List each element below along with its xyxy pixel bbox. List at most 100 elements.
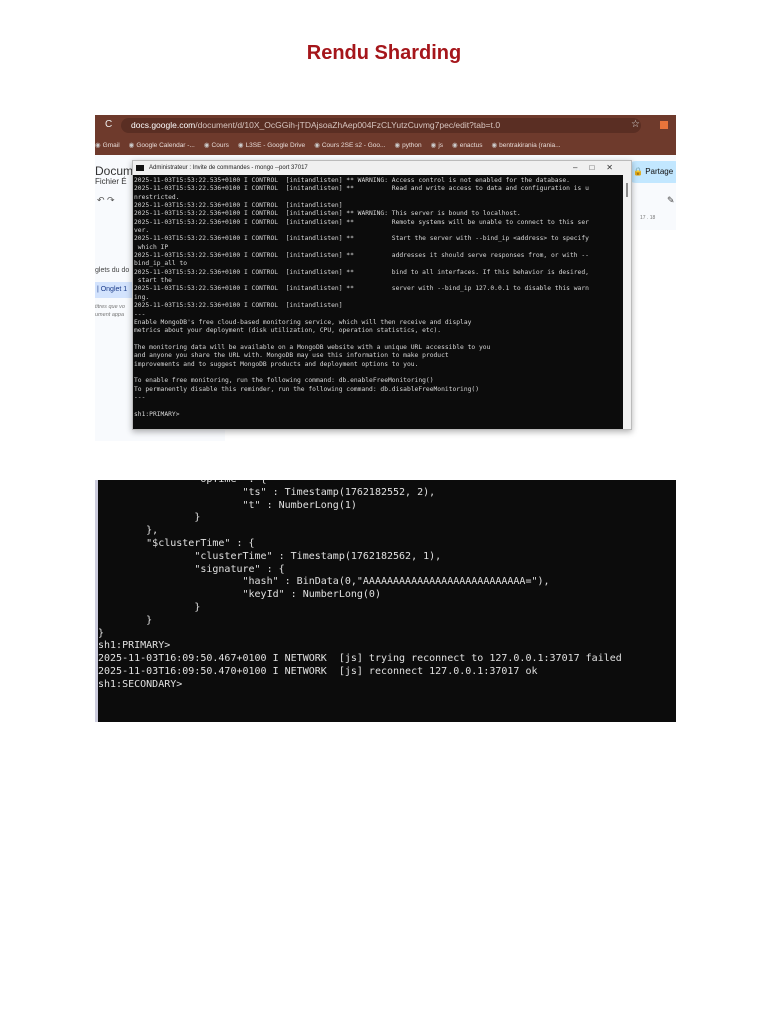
terminal-line: The monitoring data will be available on… <box>134 343 491 351</box>
doc-tab: | Onglet 1 <box>95 282 135 298</box>
globe-icon: ◉ <box>203 142 210 149</box>
star-icon: ☆ <box>631 119 640 130</box>
bookmark: ◉ enactus <box>452 142 482 149</box>
terminal-line: 2025-11-03T16:09:50.467+0100 I NETWORK [… <box>98 653 622 665</box>
terminal-line: To enable free monitoring, run the follo… <box>134 377 434 385</box>
screenshot-terminal-reconnect: "opTime" : { "ts" : Timestamp(1762182552… <box>95 480 676 722</box>
terminal-line: 2025-11-03T15:53:22.536+0100 I CONTROL [… <box>134 210 521 218</box>
globe-icon: ◉ <box>452 142 458 149</box>
terminal-output: "opTime" : { "ts" : Timestamp(1762182552… <box>98 480 622 692</box>
terminal-line: metrics about your deployment (disk util… <box>134 327 442 335</box>
terminal-line: sh1:PRIMARY> <box>134 410 180 418</box>
terminal-line: and anyone you share the URL with. Mongo… <box>134 352 449 360</box>
bookmark-label: js <box>438 142 444 149</box>
terminal-line: which IP <box>134 243 169 251</box>
tabs-hint: titres que vo ument appa <box>95 304 125 318</box>
bookmark: ◉ Cours <box>204 142 229 149</box>
terminal-line: 2025-11-03T15:53:22.536+0100 I CONTROL [… <box>134 268 589 276</box>
terminal-window: Administrateur : Invite de commandes - m… <box>132 160 632 430</box>
terminal-line: ing. <box>134 293 150 301</box>
bookmark: ◉ Google Calendar -... <box>129 142 195 149</box>
terminal-line: 2025-11-03T15:53:22.536+0100 I CONTROL [… <box>134 185 589 193</box>
terminal-line: } <box>98 627 105 639</box>
bookmark-label: enactus <box>459 142 483 149</box>
screenshot-terminal-startup: C docs.google.com/document/d/10X_OcGGih-… <box>95 115 676 441</box>
terminal-line: start the <box>134 277 172 285</box>
terminal-titlebar: Administrateur : Invite de commandes - m… <box>133 161 631 175</box>
terminal-line: sh1:PRIMARY> <box>98 640 171 652</box>
terminal-line: "clusterTime" : Timestamp(1762182562, 1)… <box>98 550 442 562</box>
globe-icon: ◉ <box>128 142 135 149</box>
globe-icon: ◉ <box>491 142 498 149</box>
terminal-line: } <box>98 601 201 613</box>
terminal-line: bind_ip_all to <box>134 260 188 268</box>
extension-icon <box>660 121 668 129</box>
bookmark-label: L3SE - Google Drive <box>245 142 306 149</box>
terminal-line: sh1:SECONDARY> <box>98 678 183 690</box>
doc-tab-label: Onglet 1 <box>100 286 128 293</box>
terminal-line: 2025-11-03T15:53:22.536+0100 I CONTROL [… <box>134 218 589 226</box>
ruler: 17 . 18 <box>640 215 656 221</box>
url-path: /document/d/10X_OcGGih-jTDAjsoaZhAep004F… <box>195 120 501 130</box>
globe-icon: ◉ <box>95 142 101 149</box>
terminal-line: "$clusterTime" : { <box>98 537 255 549</box>
terminal-line: 2025-11-03T15:53:22.536+0100 I CONTROL [… <box>134 235 589 243</box>
bookmark: ◉ Cours 2SE s2 - Goo... <box>314 142 385 149</box>
globe-icon: ◉ <box>430 142 437 149</box>
terminal-line: 2025-11-03T15:53:22.536+0100 I CONTROL [… <box>134 252 589 260</box>
terminal-line: "keyId" : NumberLong(0) <box>98 589 381 601</box>
bookmark: ◉ Gmail <box>95 142 120 149</box>
share-label: Partage <box>645 167 674 176</box>
bookmark-label: Gmail <box>102 142 120 149</box>
terminal-line: 2025-11-03T16:09:50.470+0100 I NETWORK [… <box>98 665 538 677</box>
terminal-line: } <box>98 512 201 524</box>
bookmark-label: Google Calendar -... <box>136 142 195 149</box>
globe-icon: ◉ <box>314 142 320 149</box>
terminal-line: 2025-11-03T15:53:22.535+0100 I CONTROL [… <box>134 177 570 184</box>
bookmark: ◉ bentrakirania (rania... <box>491 142 560 149</box>
bookmark-label: Cours <box>211 142 229 149</box>
terminal-line: "t" : NumberLong(1) <box>98 499 357 511</box>
terminal-line: "hash" : BinData(0,"AAAAAAAAAAAAAAAAAAAA… <box>98 576 550 588</box>
bookmark-label: Cours 2SE s2 - Goo... <box>321 142 386 149</box>
scrollbar <box>623 175 631 429</box>
edit-icon: ✎ <box>667 195 675 205</box>
bookmark: ◉ python <box>394 142 421 149</box>
terminal-line: "signature" : { <box>98 563 285 575</box>
url-host: docs.google.com <box>131 120 196 130</box>
terminal-output: 2025-11-03T15:53:22.535+0100 I CONTROL [… <box>133 175 623 429</box>
bookmark-label: bentrakirania (rania... <box>499 142 561 149</box>
cmd-icon <box>136 165 144 171</box>
terminal-line: 2025-11-03T15:53:22.536+0100 I CONTROL [… <box>134 285 589 293</box>
terminal-line: }, <box>98 525 159 537</box>
undo-redo-icon: ↶ ↷ <box>97 195 115 205</box>
terminal-line: nrestricted. <box>134 193 180 201</box>
bookmarks-bar: ◉ Gmail ◉ Google Calendar -... ◉ Cours ◉ L3SE -… <box>95 137 676 155</box>
terminal-line: "opTime" : { <box>98 480 622 487</box>
url-field: docs.google.com/document/d/10X_OcGGih-jT… <box>121 118 641 133</box>
bookmark-label: python <box>402 142 422 149</box>
terminal-line: } <box>98 614 153 626</box>
page-title: Rendu Sharding <box>306 42 462 64</box>
terminal-line: To permanently disable this reminder, ru… <box>134 385 479 393</box>
window-controls: –□✕ <box>573 163 625 172</box>
browser-address-bar: C docs.google.com/document/d/10X_OcGGih-… <box>95 115 676 137</box>
reload-icon: C <box>105 119 113 130</box>
terminal-title: Administrateur : Invite de commandes - m… <box>149 165 308 171</box>
terminal-line: Enable MongoDB's free cloud-based monito… <box>134 318 472 326</box>
bookmark: ◉ L3SE - Google Drive <box>238 142 305 149</box>
terminal-line: --- <box>134 310 146 318</box>
globe-icon: ◉ <box>237 142 244 149</box>
share-button: 🔒 Partage <box>625 161 676 183</box>
terminal-line: improvements and to suggest MongoDB prod… <box>134 360 419 368</box>
menu-bar: Fichier É <box>95 177 127 186</box>
tabs-heading: glets du do <box>95 267 130 274</box>
terminal-line: ver. <box>134 227 150 235</box>
globe-icon: ◉ <box>394 142 401 149</box>
terminal-line: "ts" : Timestamp(1762182552, 2), <box>98 486 436 498</box>
bookmark: ◉ js <box>431 142 443 149</box>
terminal-line: --- <box>134 393 146 401</box>
